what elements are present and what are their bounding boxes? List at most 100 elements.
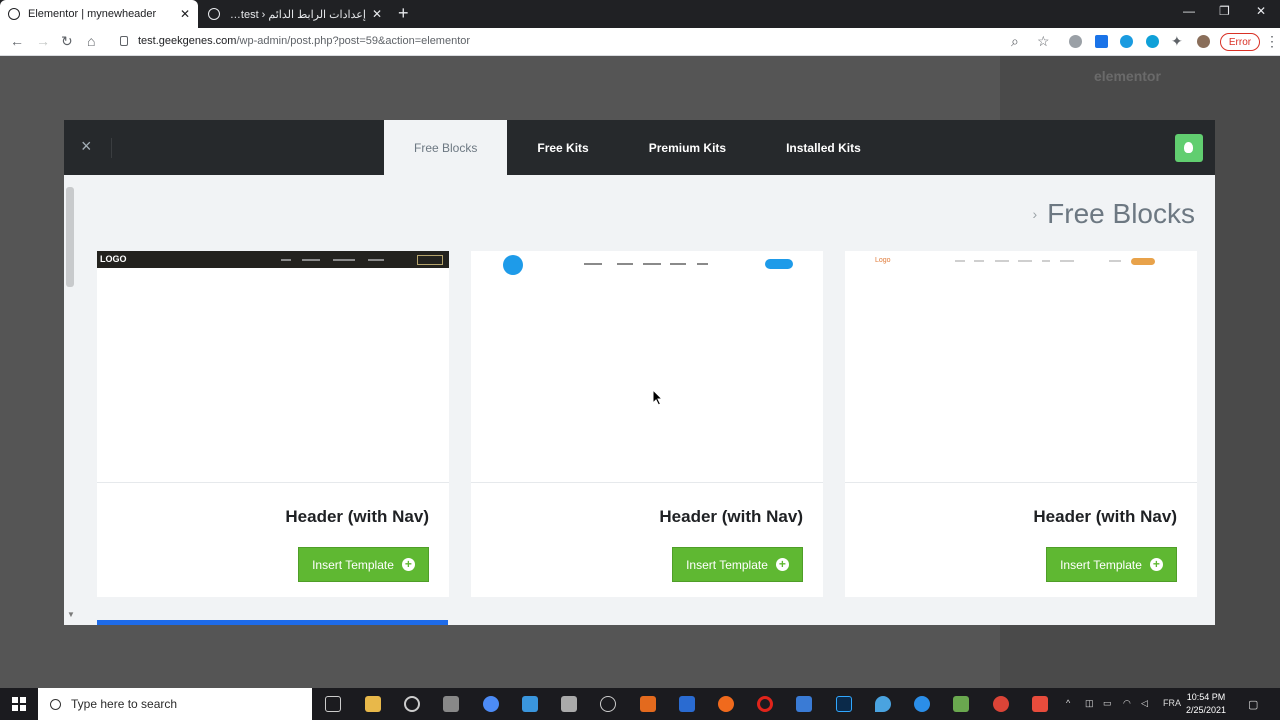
- next-template-preview-edge: [97, 620, 448, 625]
- app-icon[interactable]: [1032, 696, 1048, 712]
- taskbar: Type here to search ^ ◫ ▭ ◠ ◁ FRA 10:54 …: [0, 688, 1280, 720]
- extension-icon[interactable]: [1095, 35, 1108, 48]
- error-badge[interactable]: Error: [1220, 33, 1260, 51]
- template-title: Header (with Nav): [659, 507, 803, 526]
- template-library-modal: × Free Blocks Free Kits Premium Kits Ins…: [64, 120, 1215, 625]
- opera-icon[interactable]: [757, 696, 773, 712]
- extension-icon[interactable]: [1069, 35, 1082, 48]
- browser-toolbar: ← → ↻ ⌂ test.geekgenes.com/wp-admin/post…: [0, 28, 1280, 56]
- forward-icon[interactable]: →: [36, 33, 50, 49]
- chevron-right-icon: ›: [1032, 206, 1038, 222]
- divider: [111, 138, 112, 158]
- extension-icon[interactable]: [1120, 35, 1133, 48]
- menu-dots-icon[interactable]: ⋮: [1265, 33, 1279, 50]
- reload-icon[interactable]: ↻: [61, 33, 73, 50]
- plus-circle-icon: +: [401, 558, 415, 571]
- preview-nav-item: [955, 260, 965, 262]
- insert-template-button[interactable]: Insert Template +: [672, 547, 803, 582]
- template-title: Header (with Nav): [285, 507, 429, 526]
- new-tab-button[interactable]: +: [398, 4, 409, 22]
- scroll-down-icon[interactable]: ▼: [67, 610, 75, 619]
- close-icon[interactable]: ×: [81, 136, 92, 157]
- app-icon[interactable]: [679, 696, 695, 712]
- globe-icon: [8, 8, 20, 20]
- puzzle-icon[interactable]: ✦: [1171, 33, 1183, 50]
- template-preview[interactable]: Logo: [845, 251, 1197, 483]
- search-icon: [50, 698, 61, 710]
- insert-template-label: Insert Template: [312, 557, 394, 572]
- file-explorer-icon[interactable]: [365, 696, 381, 712]
- windows-start-icon[interactable]: [12, 697, 26, 711]
- tab-installed-kits[interactable]: Installed Kits: [756, 120, 891, 175]
- preview-nav-item: [670, 263, 686, 265]
- template-card[interactable]: Header (with Nav) Insert Template +: [471, 251, 823, 597]
- tab-premium-kits[interactable]: Premium Kits: [619, 120, 756, 175]
- task-view-icon[interactable]: [325, 696, 341, 712]
- home-icon[interactable]: ⌂: [87, 33, 95, 49]
- browser-tab-strip: Elementor | mynewheader ✕ إعدادات الرابط…: [0, 0, 1280, 28]
- tab-free-blocks[interactable]: Free Blocks: [384, 120, 508, 175]
- address-bar[interactable]: test.geekgenes.com/wp-admin/post.php?pos…: [110, 31, 1060, 53]
- battery-icon[interactable]: ▭: [1103, 698, 1112, 709]
- window-close-icon[interactable]: ✕: [1256, 4, 1266, 18]
- app-icon[interactable]: [875, 696, 891, 712]
- tray-icon[interactable]: ◫: [1085, 698, 1094, 709]
- app-icon[interactable]: [443, 696, 459, 712]
- notification-icon[interactable]: ▢: [1248, 698, 1258, 711]
- insert-template-button[interactable]: Insert Template +: [1046, 547, 1177, 582]
- chrome-icon[interactable]: [993, 696, 1009, 712]
- back-icon[interactable]: ←: [10, 33, 24, 49]
- app-icon[interactable]: [522, 696, 538, 712]
- app-icon[interactable]: [640, 696, 656, 712]
- page-title: Free Blocks: [1047, 198, 1195, 229]
- avatar[interactable]: [1197, 35, 1210, 48]
- app-icon[interactable]: [600, 696, 616, 712]
- sync-library-button[interactable]: [1175, 134, 1203, 162]
- taskbar-search-input[interactable]: Type here to search: [38, 688, 312, 720]
- browser-tab-permalinks[interactable]: إعدادات الرابط الدائم ‹ test — ورد ✕: [200, 0, 390, 28]
- language-indicator[interactable]: FRA: [1163, 698, 1181, 708]
- insert-template-label: Insert Template: [686, 557, 768, 572]
- template-preview[interactable]: LOGO: [97, 251, 449, 483]
- insert-template-label: Insert Template: [1060, 557, 1142, 572]
- chevron-up-icon[interactable]: ^: [1066, 698, 1070, 708]
- taskbar-clock[interactable]: 10:54 PM 2/25/2021: [1186, 691, 1226, 717]
- breadcrumb: › Free Blocks: [1033, 198, 1196, 230]
- template-preview[interactable]: [471, 251, 823, 483]
- preview-nav-item: [1060, 260, 1074, 262]
- preview-logo: LOGO: [100, 254, 127, 264]
- photoshop-icon[interactable]: [836, 696, 852, 712]
- template-card[interactable]: LOGO Header (with Nav) Insert Template +: [97, 251, 449, 597]
- lock-icon: [120, 36, 128, 46]
- modal-tabs: Free Blocks Free Kits Premium Kits Insta…: [384, 120, 891, 175]
- scrollbar[interactable]: [66, 187, 74, 287]
- maximize-icon[interactable]: ❐: [1219, 4, 1230, 18]
- app-icon[interactable]: [796, 696, 812, 712]
- preview-nav-item: [1042, 260, 1050, 262]
- app-icon[interactable]: [561, 696, 577, 712]
- wifi-icon[interactable]: ◠: [1123, 698, 1131, 709]
- tab-title: إعدادات الرابط الدائم ‹ test — ورد: [228, 8, 366, 21]
- app-icon[interactable]: [914, 696, 930, 712]
- chrome-icon[interactable]: [483, 696, 499, 712]
- bookmark-star-icon[interactable]: ☆: [1037, 33, 1050, 50]
- settings-gear-icon[interactable]: [404, 696, 420, 712]
- zoom-icon[interactable]: ⌕: [1011, 33, 1019, 50]
- close-tab-icon[interactable]: ✕: [372, 7, 382, 21]
- tab-free-kits[interactable]: Free Kits: [507, 120, 618, 175]
- firefox-icon[interactable]: [718, 696, 734, 712]
- browser-tab-elementor[interactable]: Elementor | mynewheader ✕: [0, 0, 198, 28]
- volume-icon[interactable]: ◁: [1141, 698, 1148, 709]
- preview-nav-item: [584, 263, 602, 265]
- mouse-cursor-icon: [652, 389, 664, 406]
- preview-nav-item: [617, 263, 633, 265]
- plus-circle-icon: +: [775, 558, 789, 571]
- preview-nav-item: [974, 260, 984, 262]
- template-card[interactable]: Logo Header (with Nav) Insert Template +: [845, 251, 1197, 597]
- preview-nav-item: [333, 259, 355, 261]
- extension-icon[interactable]: [1146, 35, 1159, 48]
- app-icon[interactable]: [953, 696, 969, 712]
- minimize-icon[interactable]: —: [1183, 4, 1195, 18]
- insert-template-button[interactable]: Insert Template +: [298, 547, 429, 582]
- close-tab-icon[interactable]: ✕: [180, 7, 190, 21]
